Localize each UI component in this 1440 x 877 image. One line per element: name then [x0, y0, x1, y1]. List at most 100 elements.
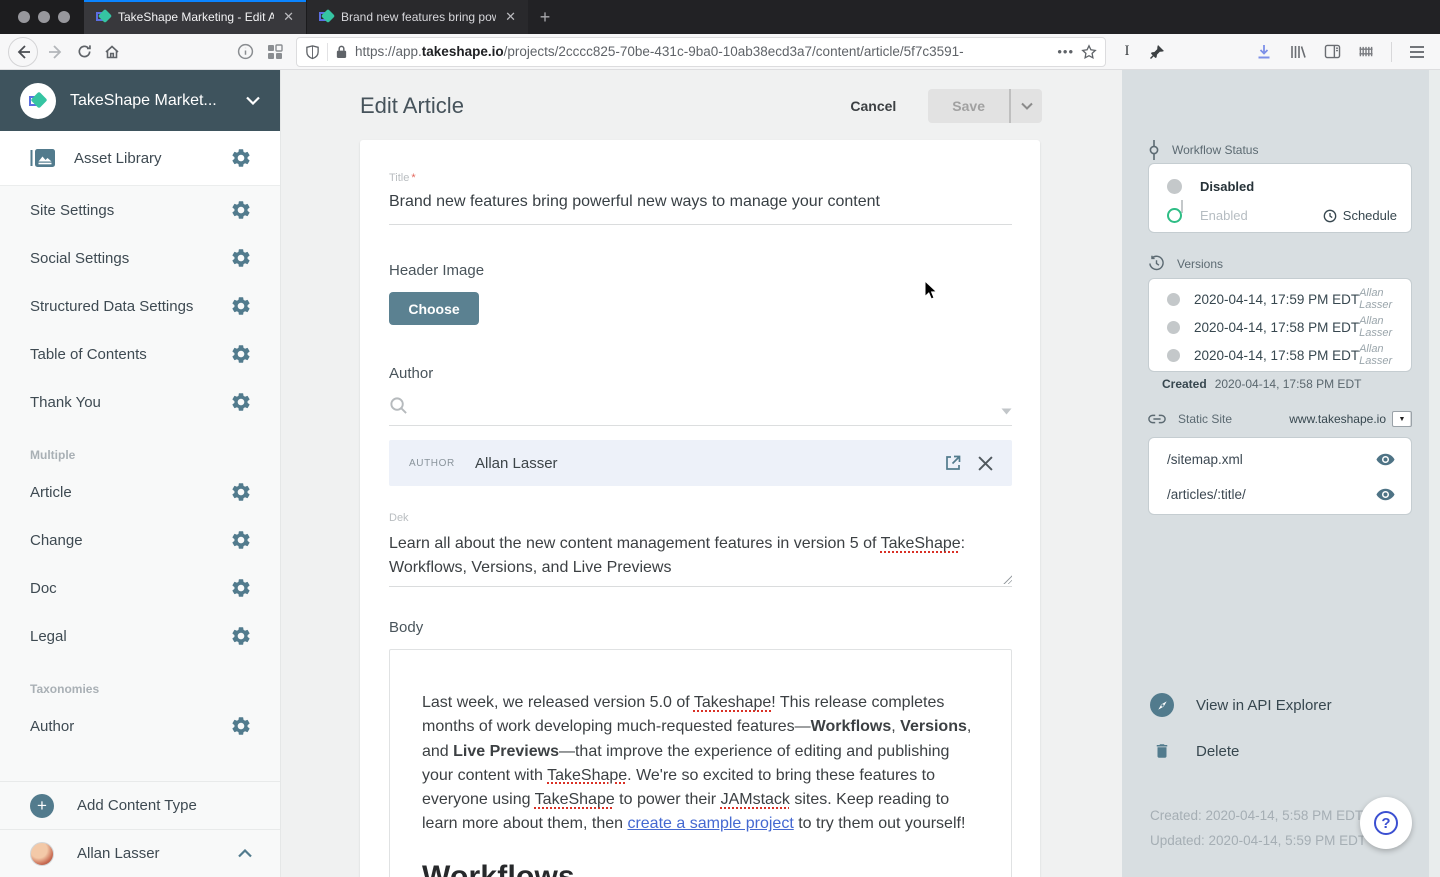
gear-icon[interactable]	[230, 577, 252, 599]
workflow-icon	[1148, 140, 1160, 160]
disabled-state-icon	[1167, 179, 1182, 194]
site-path-row[interactable]: /sitemap.xml	[1149, 442, 1411, 477]
home-button[interactable]	[98, 38, 126, 66]
scrollbar-track[interactable]	[1429, 70, 1440, 877]
user-menu[interactable]: Allan Lasser	[0, 829, 280, 877]
sidebar-item-asset-library[interactable]: Asset Library	[0, 131, 280, 186]
takeshape-favicon	[96, 10, 111, 25]
preview-eye-icon[interactable]	[1376, 488, 1395, 501]
tracking-shield-icon[interactable]	[305, 44, 320, 60]
choose-image-button[interactable]: Choose	[389, 292, 479, 325]
api-explorer-button[interactable]: View in API Explorer	[1150, 693, 1332, 717]
new-tab-button[interactable]: +	[528, 0, 562, 34]
pin-extension-icon[interactable]	[1142, 38, 1172, 66]
versions-header: Versions	[1148, 255, 1223, 272]
author-search-row[interactable]	[389, 396, 1012, 426]
sidebar-item-table-of-contents[interactable]: Table of Contents	[0, 330, 280, 378]
gear-icon[interactable]	[230, 715, 252, 737]
save-button-group: Save	[928, 89, 1042, 123]
sidebar-item-legal[interactable]: Legal	[0, 612, 280, 660]
save-options-caret[interactable]	[1009, 89, 1042, 123]
gear-icon[interactable]	[230, 625, 252, 647]
inspector-panel: Workflow Status Disabled Enabled Schedul…	[1122, 70, 1440, 877]
address-bar[interactable]: https://app.takeshape.io/projects/2cccc8…	[296, 37, 1106, 67]
bookmark-star-icon[interactable]	[1081, 44, 1097, 60]
menu-hamburger-icon[interactable]	[1402, 38, 1432, 66]
title-input[interactable]: Brand new features bring powerful new wa…	[389, 193, 1012, 225]
extensions-icon[interactable]	[260, 38, 290, 66]
url-text: https://app.takeshape.io/projects/2cccc8…	[355, 44, 1050, 59]
remove-author-icon[interactable]	[972, 453, 998, 473]
author-chip[interactable]: AUTHOR Allan Lasser	[389, 440, 1012, 486]
version-row[interactable]: 2020-04-14, 17:58 PM EDT Allan Lasser	[1149, 313, 1411, 341]
close-tab-icon[interactable]: ✕	[503, 9, 518, 25]
section-label-taxonomies: Taxonomies	[0, 660, 280, 702]
help-button[interactable]: ?	[1360, 797, 1412, 849]
dek-textarea[interactable]: Learn all about the new content manageme…	[389, 532, 1012, 586]
workspace-switcher[interactable]: TakeShape Market...	[0, 70, 280, 131]
sidebar-item-label: Asset Library	[74, 150, 230, 167]
minimize-window-button[interactable]	[38, 11, 50, 23]
version-date: 2020-04-14, 17:58 PM EDT	[1194, 320, 1359, 335]
clock-icon	[1323, 209, 1337, 223]
zoom-window-button[interactable]	[58, 11, 70, 23]
sidebar-toggle-icon[interactable]	[1317, 38, 1347, 66]
enabled-state-icon	[1167, 208, 1182, 223]
add-content-type-button[interactable]: + Add Content Type	[0, 781, 280, 829]
version-row[interactable]: 2020-04-14, 17:59 PM EDT Allan Lasser	[1149, 285, 1411, 313]
sidebar-item-social-settings[interactable]: Social Settings	[0, 234, 280, 282]
takeshape-logo	[20, 83, 56, 119]
gear-icon[interactable]	[230, 343, 252, 365]
gear-icon[interactable]	[230, 529, 252, 551]
version-row[interactable]: 2020-04-14, 17:58 PM EDT Allan Lasser	[1149, 341, 1411, 369]
sidebar-item-structured-data-settings[interactable]: Structured Data Settings	[0, 282, 280, 330]
section-label-multiple: Multiple	[0, 426, 280, 468]
containers-grid-icon[interactable]	[1351, 38, 1381, 66]
gear-icon[interactable]	[230, 391, 252, 413]
workflow-option-enabled[interactable]: Enabled Schedule	[1149, 201, 1411, 230]
workflow-option-disabled[interactable]: Disabled	[1149, 172, 1411, 201]
gear-icon[interactable]	[230, 481, 252, 503]
close-tab-icon[interactable]: ✕	[281, 9, 296, 25]
preview-eye-icon[interactable]	[1376, 453, 1395, 466]
sidebar-item-thank-you[interactable]: Thank You	[0, 378, 280, 426]
author-search-input[interactable]	[418, 398, 1001, 415]
save-button[interactable]: Save	[928, 89, 1009, 123]
version-date: 2020-04-14, 17:58 PM EDT	[1194, 348, 1359, 363]
gear-icon[interactable]	[230, 147, 252, 169]
reload-button[interactable]	[70, 38, 98, 66]
page-actions-icon[interactable]: •••	[1057, 44, 1074, 59]
sidebar-item-site-settings[interactable]: Site Settings	[0, 186, 280, 234]
sidebar: TakeShape Market... Asset Library Site	[0, 70, 281, 877]
workspace-name: TakeShape Market...	[70, 92, 232, 110]
site-select-dropdown[interactable]: ▼	[1392, 411, 1412, 427]
sidebar-item-author[interactable]: Author	[0, 702, 280, 750]
cancel-button[interactable]: Cancel	[850, 98, 896, 114]
delete-button[interactable]: Delete	[1150, 741, 1239, 761]
schedule-button[interactable]: Schedule	[1323, 208, 1397, 223]
disabled-label: Disabled	[1200, 179, 1254, 194]
downloads-icon[interactable]	[1249, 38, 1279, 66]
gear-icon[interactable]	[230, 199, 252, 221]
library-icon[interactable]	[1283, 38, 1313, 66]
close-window-button[interactable]	[18, 11, 30, 23]
dropdown-caret-icon[interactable]	[1001, 408, 1012, 415]
gear-icon[interactable]	[230, 247, 252, 269]
chevron-down-icon	[246, 96, 260, 105]
body-editor[interactable]: Last week, we released version 5.0 of Ta…	[389, 649, 1012, 877]
forward-button[interactable]	[42, 38, 70, 66]
back-button[interactable]	[8, 37, 38, 67]
page-title: Edit Article	[360, 93, 850, 119]
lock-icon[interactable]	[335, 44, 348, 59]
tab-takeshape-editor[interactable]: TakeShape Marketing - Edit Arti ✕	[84, 0, 306, 34]
tab-article-preview[interactable]: Brand new features bring powe ✕	[306, 0, 528, 34]
sidebar-item-article[interactable]: Article	[0, 468, 280, 516]
site-path-row[interactable]: /articles/:title/	[1149, 477, 1411, 512]
sidebar-item-doc[interactable]: Doc	[0, 564, 280, 612]
sidebar-item-change[interactable]: Change	[0, 516, 280, 564]
gear-icon[interactable]	[230, 295, 252, 317]
open-external-icon[interactable]	[940, 453, 966, 473]
reader-extension-icon[interactable]: I	[1112, 38, 1142, 66]
body-paragraph[interactable]: Last week, we released version 5.0 of Ta…	[422, 691, 977, 837]
page-info-icon[interactable]	[230, 38, 260, 66]
